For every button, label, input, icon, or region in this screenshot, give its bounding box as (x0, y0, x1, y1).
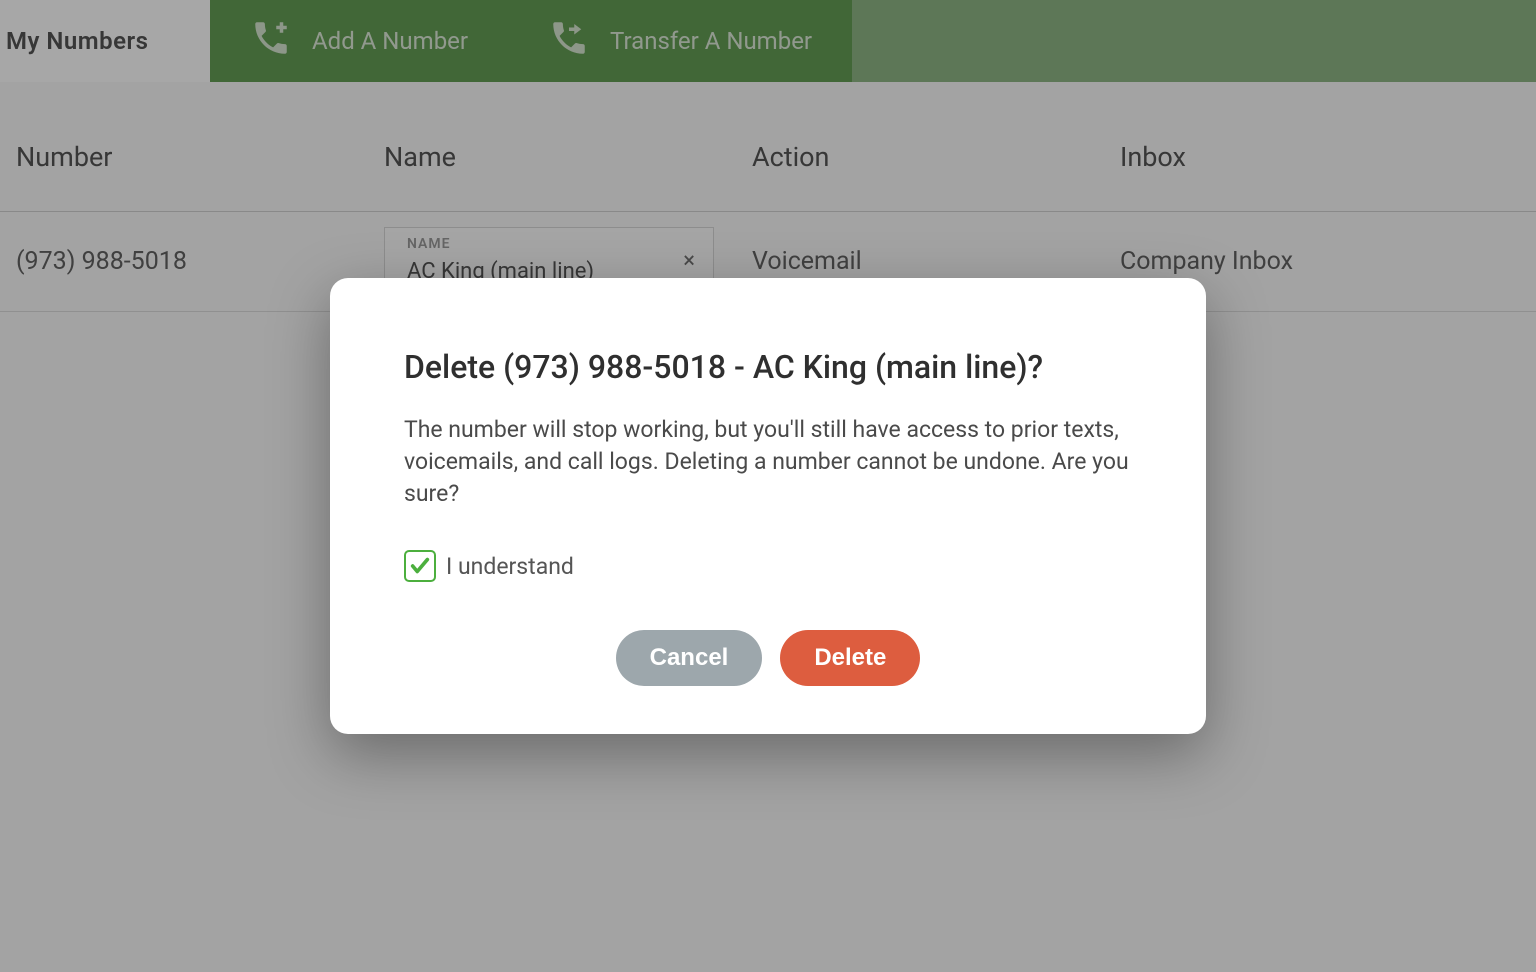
delete-button[interactable]: Delete (780, 630, 920, 686)
understand-label: I understand (446, 553, 574, 580)
modal-overlay: Delete (973) 988-5018 - AC King (main li… (0, 0, 1536, 972)
check-icon (409, 555, 431, 577)
delete-confirm-modal: Delete (973) 988-5018 - AC King (main li… (330, 278, 1206, 735)
modal-body: The number will stop working, but you'll… (404, 414, 1132, 511)
modal-title: Delete (973) 988-5018 - AC King (main li… (404, 348, 1132, 386)
understand-checkbox[interactable] (404, 550, 436, 582)
cancel-button[interactable]: Cancel (616, 630, 763, 686)
